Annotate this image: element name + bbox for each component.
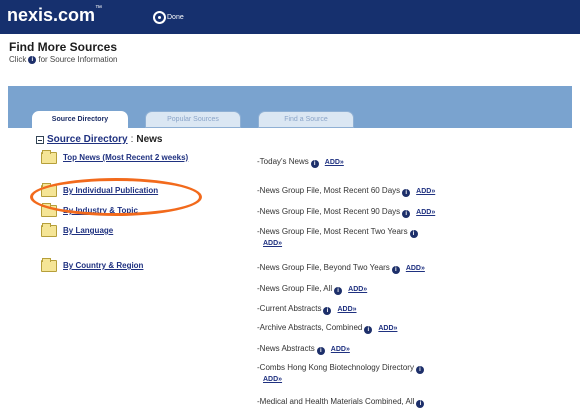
add-link[interactable]: ADD» [337, 306, 356, 313]
folder-icon [41, 150, 57, 164]
source-item: -News Group File, All i ADD» [257, 284, 368, 295]
source-item: -News Group File, Most Recent Two Years i… [257, 226, 420, 249]
info-icon[interactable]: i [364, 326, 373, 334]
top-bar: nexis.com™ Done [0, 0, 580, 34]
done-label: Done [167, 14, 184, 21]
page-title: Find More Sources [9, 40, 118, 54]
info-icon[interactable]: i [391, 266, 400, 274]
source-item: -Today's News i ADD» [257, 157, 344, 168]
info-icon[interactable]: i [402, 210, 411, 218]
category-item[interactable]: Top News (Most Recent 2 weeks) [41, 150, 203, 164]
done-button[interactable]: Done [153, 11, 184, 24]
source-item: -Current Abstracts i ADD» [257, 304, 357, 315]
category-link[interactable]: By Country & Region [63, 260, 143, 271]
info-icon[interactable]: i [323, 307, 332, 315]
info-icon[interactable]: i [409, 230, 418, 238]
breadcrumb-current: News [136, 134, 163, 145]
category-link[interactable]: By Language [63, 225, 113, 236]
add-link[interactable]: ADD» [325, 159, 344, 166]
tab-popular-sources[interactable]: Popular Sources [145, 111, 241, 128]
info-icon[interactable]: i [415, 366, 424, 374]
info-icon[interactable]: i [402, 189, 411, 197]
source-item: -News Group File, Most Recent 60 Days i AD… [257, 186, 436, 197]
source-item: -News Abstracts i ADD» [257, 344, 350, 355]
info-icon[interactable]: i [416, 400, 425, 408]
tab-source-directory[interactable]: Source Directory [32, 111, 128, 128]
breadcrumb: Source Directory : News [36, 134, 163, 145]
add-link[interactable]: ADD» [331, 346, 350, 353]
source-item: -Medical and Health Materials Combined, … [257, 396, 426, 408]
source-item: -Combs Hong Kong Biotechnology Directory… [257, 362, 426, 385]
brand-logo[interactable]: nexis.com™ [7, 5, 102, 26]
source-item: -News Group File, Beyond Two Years i ADD» [257, 263, 425, 274]
source-item: -News Group File, Most Recent 90 Days i AD… [257, 207, 436, 218]
tab-find-a-source[interactable]: Find a Source [258, 111, 354, 128]
add-link[interactable]: ADD» [263, 238, 420, 249]
category-link[interactable]: Top News (Most Recent 2 weeks) [63, 152, 203, 163]
add-link[interactable]: ADD» [263, 374, 426, 385]
info-icon: i [28, 55, 37, 64]
source-item: -Archive Abstracts, Combined i ADD» [257, 323, 398, 334]
highlight-annotation [30, 178, 202, 216]
add-link[interactable]: ADD» [406, 265, 425, 272]
add-link[interactable]: ADD» [416, 188, 435, 195]
category-item[interactable]: By Country & Region [41, 258, 143, 272]
info-icon[interactable]: i [316, 347, 325, 355]
page-subtitle: Click i for Source Information [9, 55, 118, 64]
info-icon[interactable]: i [334, 287, 343, 295]
add-link[interactable]: ADD» [348, 286, 367, 293]
done-icon [153, 11, 166, 24]
breadcrumb-root-link[interactable]: Source Directory [47, 134, 128, 145]
add-link[interactable]: ADD» [378, 325, 397, 332]
add-link[interactable]: ADD» [416, 209, 435, 216]
collapse-icon[interactable] [36, 135, 44, 144]
folder-icon [41, 258, 57, 272]
info-icon[interactable]: i [310, 160, 319, 168]
folder-icon [41, 223, 57, 237]
category-item[interactable]: By Language [41, 223, 113, 237]
